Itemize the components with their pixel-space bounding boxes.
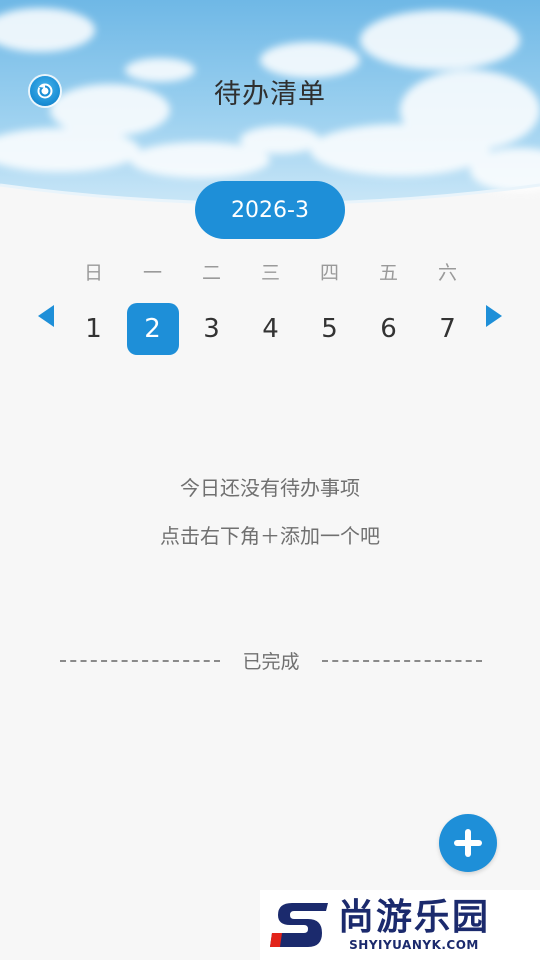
week-dates: 1 2 3 4 5 6 7 (64, 303, 477, 355)
date-cell[interactable]: 3 (182, 303, 241, 355)
weekday-label: 一 (142, 262, 162, 284)
month-selector-button[interactable]: 2026-3 (195, 181, 345, 239)
date-cell[interactable]: 6 (359, 303, 418, 355)
date-label: 6 (380, 314, 397, 344)
date-label: 4 (262, 314, 279, 344)
date-cell-selected[interactable]: 2 (123, 303, 182, 355)
date-label: 5 (321, 314, 338, 344)
date-cell[interactable]: 5 (300, 303, 359, 355)
date-cell[interactable]: 4 (241, 303, 300, 355)
weekday-header: 日 一 二 三 四 五 六 (64, 258, 477, 285)
next-week-button[interactable] (484, 303, 504, 333)
weekday-label: 日 (83, 262, 103, 284)
prev-week-button[interactable] (36, 303, 56, 333)
weekday-label: 二 (201, 262, 221, 284)
watermark-url: SHYIYUANYK.COM (349, 938, 479, 952)
weekday-label: 六 (437, 262, 457, 284)
add-task-button[interactable] (439, 814, 497, 872)
weekday-label: 三 (260, 262, 280, 284)
triangle-right-icon (486, 305, 502, 327)
date-cell[interactable]: 1 (64, 303, 123, 355)
weekday-label: 五 (378, 262, 398, 284)
date-label: 3 (203, 314, 220, 344)
watermark: 尚游乐园 SHYIYUANYK.COM (260, 890, 540, 960)
empty-state-hint: 点击右下角＋添加一个吧 (160, 524, 380, 548)
empty-state-message: 今日还没有待办事项 (180, 476, 360, 500)
weekday-label: 四 (319, 262, 339, 284)
brand-logo-icon (270, 903, 328, 947)
completed-divider: 已完成 (60, 647, 482, 674)
triangle-left-icon (38, 305, 54, 327)
completed-section-label: 已完成 (242, 651, 300, 673)
dashed-line-right (321, 659, 482, 662)
watermark-brand: 尚游乐园 (338, 897, 491, 938)
page-title: 待办清单 (214, 79, 326, 110)
date-label: 7 (439, 314, 456, 344)
dashed-line-left (60, 659, 220, 662)
date-label: 2 (126, 303, 179, 355)
date-label: 1 (85, 314, 102, 344)
date-cell[interactable]: 7 (418, 303, 477, 355)
plus-icon (454, 829, 482, 857)
